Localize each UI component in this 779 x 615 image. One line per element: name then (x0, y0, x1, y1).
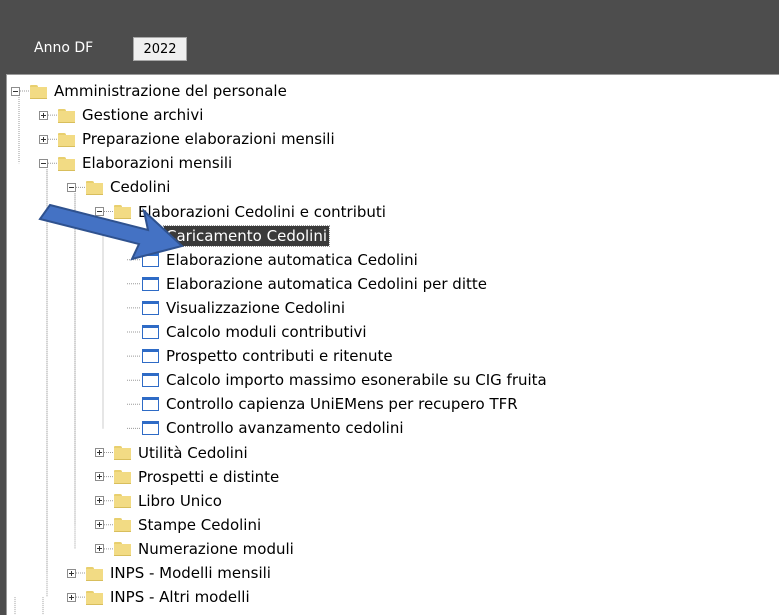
tree-item-label: INPS - Altri modelli (110, 588, 250, 607)
tree-folder-item[interactable]: Elaborazioni Cedolini e contributi (95, 201, 388, 223)
folder-icon (30, 84, 47, 99)
folder-icon (114, 518, 131, 533)
collapse-icon[interactable] (39, 158, 48, 168)
tree-leaf-item[interactable]: Calcolo importo massimo esonerabile su C… (127, 369, 549, 391)
tree-leaf-item[interactable]: Prospetto contributi e ritenute (127, 345, 395, 367)
tree-leaf-item[interactable]: Calcolo moduli contributivi (127, 321, 369, 343)
year-label: Anno DF (34, 40, 94, 56)
folder-icon (114, 494, 131, 509)
folder-icon (58, 156, 75, 171)
menu-tree: Amministrazione del personale Gestione ar… (6, 74, 779, 615)
tree-item-label: Calcolo importo massimo esonerabile su C… (166, 371, 547, 390)
folder-icon (114, 205, 131, 219)
tree-folder-item[interactable]: Amministrazione del personale (11, 80, 289, 102)
tree-item-label: INPS - Modelli mensili (110, 564, 271, 582)
tree-item-label: Numerazione moduli (138, 539, 294, 558)
document-icon (142, 397, 159, 412)
tree-leaf-item[interactable]: Controllo avanzamento cedolini (127, 417, 406, 439)
tree-item-label: Amministrazione del personale (54, 82, 287, 100)
tree-folder-item[interactable]: Cedolini (67, 176, 172, 198)
tree-folder-item[interactable]: Preparazione elaborazioni mensili (39, 128, 337, 150)
tree-folder-item[interactable]: Prospetti e distinte (95, 466, 281, 488)
tree-item-label: Stampe Cedolini (138, 515, 262, 534)
tree-item-label: Elaborazioni Cedolini e contributi (138, 202, 386, 221)
tree-item-label: Gestione archivi (82, 106, 204, 125)
folder-icon (86, 180, 103, 195)
tree-item-label: Elaborazione automatica Cedolini (166, 250, 418, 269)
expand-icon[interactable] (39, 110, 48, 120)
expand-icon[interactable] (39, 134, 48, 144)
tree-item-label: Controllo avanzamento cedolini (166, 419, 404, 438)
expand-icon[interactable] (67, 592, 76, 602)
document-icon (142, 228, 159, 243)
tree-item-label: Caricamento Cedolini (162, 224, 331, 247)
tree-item-label: Calcolo moduli contributivi (166, 323, 367, 341)
tree-folder-item[interactable]: Elaborazioni mensili (39, 152, 234, 174)
tree-folder-item[interactable]: Libro Unico (95, 490, 224, 512)
folder-icon (114, 446, 131, 460)
expand-icon[interactable] (67, 568, 76, 578)
tree-folder-item[interactable]: Gestione archivi (39, 104, 205, 126)
tree-folder-item[interactable]: Numerazione moduli (95, 538, 296, 560)
tree-leaf-item[interactable]: Elaborazione automatica Cedolini per dit… (127, 273, 489, 295)
tree-leaf-item[interactable]: Caricamento Cedolini (127, 224, 331, 247)
collapse-icon[interactable] (67, 182, 76, 192)
toolbar: Anno DF 2022 (0, 0, 779, 70)
tree-leaf-item[interactable]: Elaborazione automatica Cedolini (127, 249, 420, 271)
expand-icon[interactable] (95, 496, 104, 506)
expand-icon[interactable] (95, 448, 104, 457)
tree-item-label: Elaborazioni mensili (82, 154, 233, 173)
document-icon (142, 421, 159, 436)
year-input[interactable]: 2022 (133, 37, 187, 61)
document-icon (142, 325, 159, 339)
collapse-icon[interactable] (95, 207, 104, 216)
folder-icon (58, 108, 75, 123)
document-icon (142, 276, 159, 291)
folder-icon (86, 590, 103, 605)
tree-item-label: Elaborazione automatica Cedolini per dit… (166, 274, 487, 293)
tree-leaf-item[interactable]: Controllo capienza UniEMens per recupero… (127, 393, 520, 415)
tree-folder-item[interactable]: Stampe Cedolini (95, 514, 263, 536)
tree-leaf-item[interactable]: Visualizzazione Cedolini (127, 297, 347, 319)
collapse-icon[interactable] (11, 86, 20, 96)
tree-item-label: Libro Unico (138, 491, 222, 510)
folder-icon (114, 542, 131, 557)
document-icon (142, 373, 159, 388)
tree-item-label: Cedolini (110, 178, 171, 197)
document-icon (142, 252, 159, 267)
expand-icon[interactable] (95, 472, 104, 482)
tree-item-label: Preparazione elaborazioni mensili (82, 130, 335, 149)
folder-icon (86, 566, 103, 581)
tree-item-label: Prospetti e distinte (138, 467, 280, 486)
document-icon (142, 349, 159, 364)
tree-item-label: Controllo capienza UniEMens per recupero… (166, 395, 518, 414)
tree-item-label: Utilità Cedolini (138, 443, 248, 462)
expand-icon[interactable] (95, 544, 104, 554)
tree-item-label: Visualizzazione Cedolini (166, 298, 346, 317)
tree-folder-item[interactable]: INPS - Modelli mensili (67, 562, 273, 584)
document-icon (142, 300, 159, 315)
folder-icon (114, 470, 131, 485)
folder-icon (58, 132, 75, 147)
expand-icon[interactable] (95, 520, 104, 530)
tree-item-label: Prospetto contributi e ritenute (166, 347, 393, 366)
tree-folder-item[interactable]: Utilità Cedolini (95, 442, 250, 464)
